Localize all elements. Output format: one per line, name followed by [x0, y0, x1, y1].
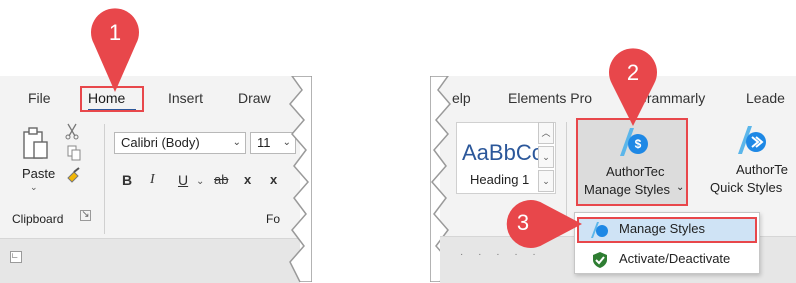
bold-button[interactable]: B	[122, 172, 132, 188]
quick-line1: AuthorTe	[736, 162, 789, 177]
font-size-value: 11	[257, 135, 271, 150]
scroll-down-icon[interactable]: ⌄	[538, 146, 554, 168]
format-painter-icon[interactable]	[64, 166, 84, 184]
paste-icon[interactable]	[20, 126, 50, 162]
paste-label[interactable]: Paste	[22, 166, 55, 181]
chevron-down-icon: ⌄	[232, 137, 241, 148]
font-name-combo[interactable]: Calibri (Body) ⌄	[114, 132, 246, 154]
chevron-down-icon: ⌄	[676, 182, 685, 193]
svg-text:$: $	[635, 137, 642, 151]
style-preview[interactable]: AaBbCc	[462, 140, 543, 166]
menu-item-activate[interactable]: Activate/Deactivate	[575, 245, 759, 273]
copy-icon[interactable]	[66, 144, 82, 162]
ruler-left: ∟	[0, 238, 300, 283]
ribbon-tabs-left: File Home Insert Draw	[0, 78, 300, 118]
tab-insert[interactable]: Insert	[168, 90, 203, 106]
manage-styles-menu: Manage Styles Activate/Deactivate	[574, 212, 760, 274]
torn-edge-left	[289, 76, 312, 282]
clipboard-launcher-icon[interactable]: ↘	[80, 210, 91, 221]
subscript-button[interactable]: x	[244, 172, 251, 187]
strikethrough-button[interactable]: ab	[214, 172, 228, 187]
paste-dropdown-arrow[interactable]: ⌄	[30, 182, 38, 193]
style-gallery-scroll: ︿ ⌄ ⌄	[538, 122, 554, 194]
clipboard-group: Paste ⌄ Clipboard ↘	[0, 118, 104, 242]
clipboard-group-label: Clipboard	[12, 212, 64, 226]
menu-item-label: Activate/Deactivate	[619, 251, 731, 266]
gallery-more-icon[interactable]: ⌄	[538, 170, 554, 192]
ruler-dots: · · · · ·	[460, 249, 542, 260]
tab-leader[interactable]: Leade	[746, 90, 785, 106]
authortec-line2: Manage Styles	[584, 182, 670, 197]
menu-item-manage-styles[interactable]: Manage Styles	[575, 215, 759, 243]
authortec-icon	[591, 222, 608, 238]
tab-help[interactable]: elp	[452, 90, 471, 106]
shield-check-icon	[593, 252, 607, 268]
underline-dropdown-icon[interactable]: ⌄	[196, 176, 204, 187]
authortec-quick-styles-button[interactable]: AuthorTe Quick Styles	[700, 118, 796, 206]
badge-1: 1	[108, 20, 122, 45]
tab-file[interactable]: File	[28, 90, 51, 106]
style-name[interactable]: Heading 1	[470, 172, 529, 187]
authortec-manage-styles-button[interactable]: $ AuthorTec Manage Styles ⌄	[576, 118, 688, 206]
group-divider	[104, 124, 105, 234]
authortec-quick-icon	[738, 126, 766, 154]
quick-line2: Quick Styles	[710, 180, 783, 195]
badge-3: 3	[516, 210, 530, 235]
authortec-logo-icon: $	[620, 128, 648, 156]
scroll-up-icon[interactable]: ︿	[538, 122, 554, 144]
menu-item-label: Manage Styles	[619, 221, 705, 236]
italic-button[interactable]: I	[150, 172, 155, 188]
authortec-line1: AuthorTec	[606, 164, 665, 179]
tab-selector-icon[interactable]: ∟	[10, 251, 22, 263]
cut-icon[interactable]	[64, 122, 80, 140]
font-name-value: Calibri (Body)	[121, 135, 200, 150]
underline-button[interactable]: U	[178, 172, 188, 188]
tab-elements-pro[interactable]: Elements Pro	[508, 90, 592, 106]
tab-draw[interactable]: Draw	[238, 90, 271, 106]
badge-2: 2	[626, 60, 640, 85]
